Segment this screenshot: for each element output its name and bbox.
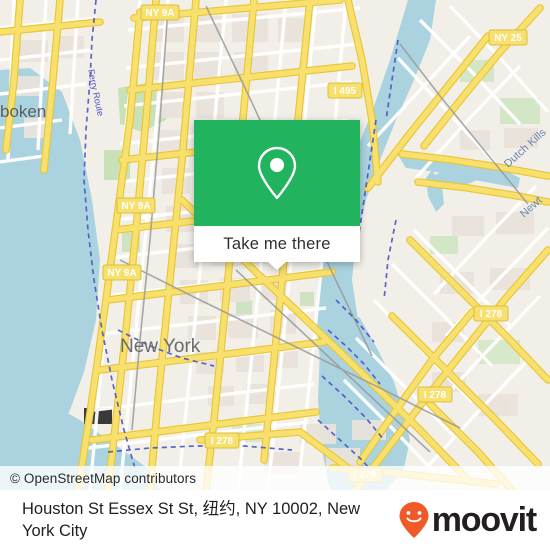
take-me-there-button[interactable]: Take me there xyxy=(194,226,360,262)
shield-i-278-mid: I 278 xyxy=(417,386,453,403)
moovit-wordmark: moovit xyxy=(431,501,537,539)
osm-attribution-text: © OpenStreetMap contributors xyxy=(10,470,197,486)
moovit-logo[interactable]: moovit xyxy=(398,501,550,539)
city-label-new-york: New York xyxy=(120,336,201,357)
svg-text:I 278: I 278 xyxy=(480,309,503,320)
svg-text:NY 25: NY 25 xyxy=(494,33,522,44)
shield-i-495: I 495 xyxy=(327,82,363,99)
popup-pin-panel xyxy=(194,120,360,226)
take-me-there-label: Take me there xyxy=(223,234,331,253)
location-popup-card[interactable]: Take me there xyxy=(194,120,360,270)
shield-ny-25: NY 25 xyxy=(488,29,528,46)
moovit-map-screenshot: New York boken Dutch Kills Newt Ferry Ro… xyxy=(0,0,550,550)
popup-pointer-tail xyxy=(268,262,286,270)
location-pin-icon xyxy=(257,146,297,200)
shield-i-278-left: I 278 xyxy=(204,432,240,449)
shield-i-278-right: I 278 xyxy=(473,305,509,322)
svg-text:NY 9A: NY 9A xyxy=(121,201,150,212)
svg-text:NY 9A: NY 9A xyxy=(107,268,136,279)
shield-ny-9a-mid: NY 9A xyxy=(116,197,156,214)
address-label: Houston St Essex St St, 纽约, NY 10002, Ne… xyxy=(22,500,361,540)
shield-ny-9a-top: NY 9A xyxy=(140,4,180,21)
osm-attribution-bar: © OpenStreetMap contributors xyxy=(0,466,550,490)
footer-bar: Houston St Essex St St, 纽约, NY 10002, Ne… xyxy=(0,490,550,550)
svg-text:I 278: I 278 xyxy=(424,390,447,401)
svg-text:NY 9A: NY 9A xyxy=(145,8,174,19)
svg-text:I 495: I 495 xyxy=(334,86,357,97)
moovit-pin-icon xyxy=(399,502,429,538)
shield-ny-9a-low: NY 9A xyxy=(102,264,142,281)
city-label-hoboken: boken xyxy=(0,102,46,121)
svg-text:I 278: I 278 xyxy=(211,436,234,447)
